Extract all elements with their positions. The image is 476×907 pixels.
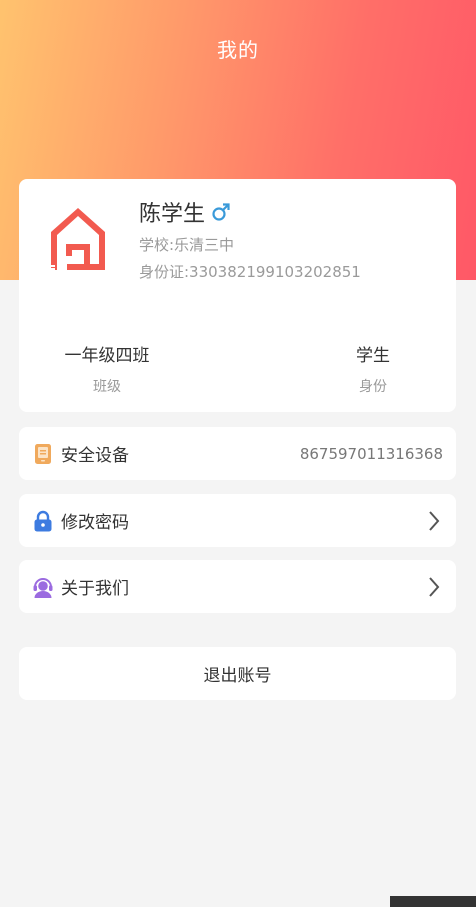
class-stat: 一年级四班 班级 [52, 341, 162, 396]
male-gender-icon [212, 203, 230, 221]
name-row: 陈学生 [139, 196, 231, 228]
school-info: 学校:乐清三中 [139, 236, 235, 254]
about-us-label: 关于我们 [61, 579, 129, 599]
page-title: 我的 [217, 38, 259, 62]
about-us-row[interactable]: 关于我们 [19, 560, 456, 613]
class-label: 班级 [93, 379, 121, 395]
role-stat: 学生 身份 [333, 341, 413, 396]
security-device-row[interactable]: 安全设备 867597011316368 [19, 427, 456, 480]
change-password-row[interactable]: 修改密码 [19, 494, 456, 547]
id-card-info: 身份证:330382199103202851 [139, 263, 361, 281]
my-profile-page: 我的 陈学生 学校:乐清三中 身份证:330382199103202851 一年… [0, 0, 476, 907]
security-device-id: 867597011316368 [299, 444, 443, 463]
role-value: 学生 [356, 346, 390, 366]
device-icon [32, 443, 54, 465]
lock-icon [32, 510, 54, 532]
profile-card: 陈学生 学校:乐清三中 身份证:330382199103202851 一年级四班… [19, 179, 456, 412]
security-device-label: 安全设备 [61, 446, 129, 466]
role-label: 身份 [359, 379, 387, 395]
student-name: 陈学生 [139, 202, 206, 227]
home-indicator [390, 896, 476, 907]
logout-button[interactable]: 退出账号 [19, 647, 456, 700]
school-logo-icon [51, 208, 105, 270]
chevron-right-icon [429, 576, 440, 597]
class-value: 一年级四班 [64, 346, 150, 366]
change-password-label: 修改密码 [61, 513, 129, 533]
chevron-right-icon [429, 510, 440, 531]
support-agent-icon [32, 576, 54, 598]
